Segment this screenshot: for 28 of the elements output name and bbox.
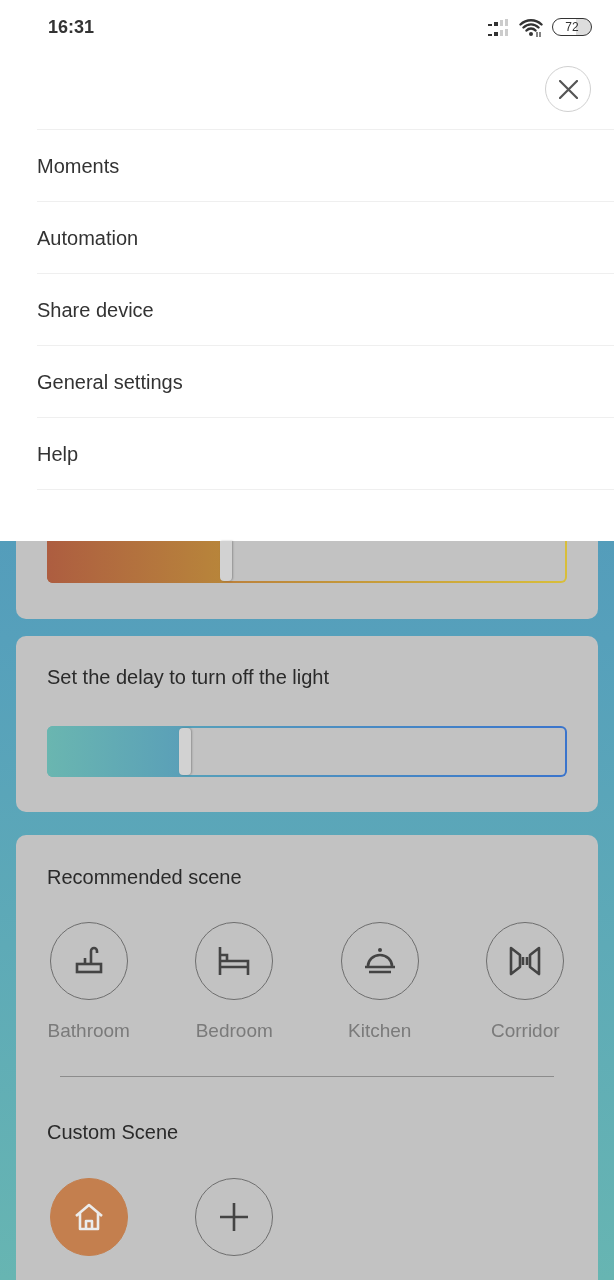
menu-item[interactable]: Moments	[37, 130, 614, 202]
menu-item[interactable]: Share device	[37, 274, 614, 346]
scene-label: Bathroom	[47, 1019, 130, 1043]
battery-indicator: 72	[552, 18, 592, 36]
scene-label: Bedroom	[195, 1019, 273, 1043]
menu-item[interactable]: Help	[37, 418, 614, 490]
close-icon	[558, 79, 578, 99]
card-title: Set the delay to turn off the light	[47, 665, 331, 690]
slider-thumb[interactable]	[179, 728, 192, 775]
bed-icon	[218, 946, 251, 976]
home-icon	[73, 1203, 104, 1231]
scene-label: Kitchen	[348, 1019, 412, 1043]
slider-thumb[interactable]	[220, 541, 233, 581]
scene-label: Corridor	[490, 1019, 560, 1043]
menu-item[interactable]: Automation	[37, 202, 614, 274]
menu-item[interactable]: General settings	[37, 346, 614, 418]
plus-icon	[219, 1202, 250, 1232]
slider-track[interactable]	[47, 726, 567, 777]
section-title: Recommended scene	[46, 865, 243, 890]
close-button[interactable]	[545, 66, 591, 112]
sink-icon	[74, 946, 103, 976]
doorway-icon	[509, 946, 542, 976]
section-title: Custom Scene	[46, 1120, 180, 1145]
wifi-icon	[519, 17, 543, 37]
signal-icon	[488, 18, 510, 36]
slider-track[interactable]	[47, 541, 567, 583]
cloche-icon	[362, 947, 397, 975]
status-time: 16:31	[48, 15, 95, 39]
